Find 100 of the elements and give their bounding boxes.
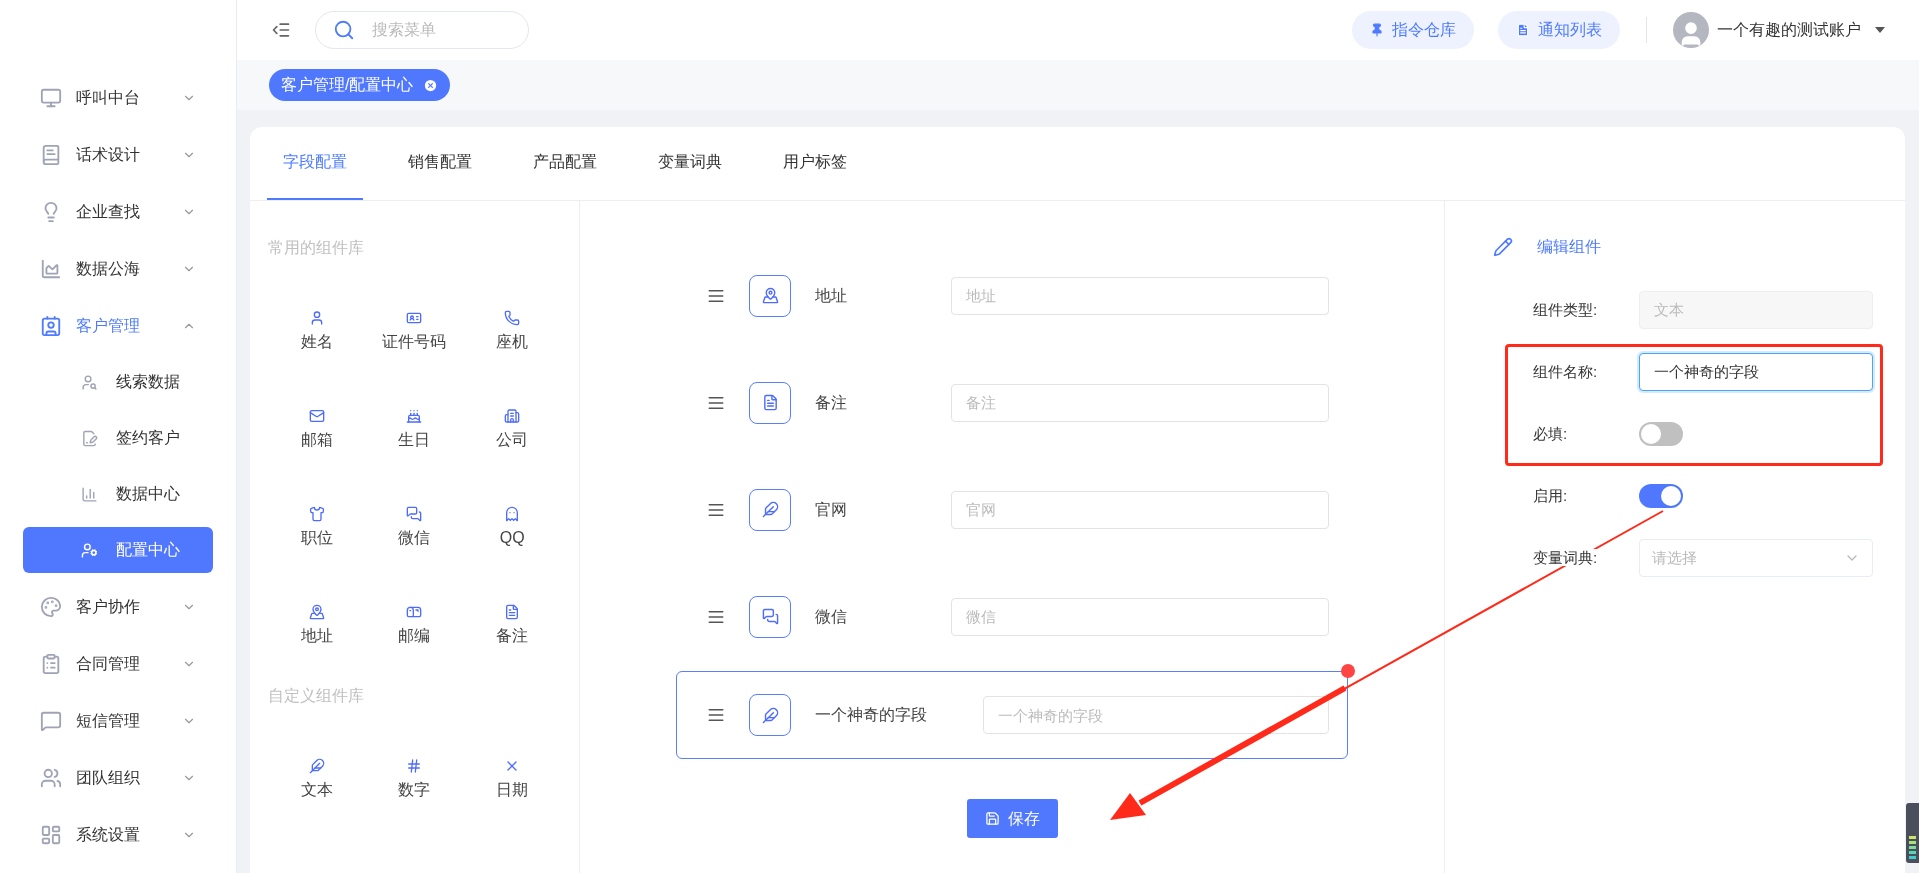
component-item[interactable]: 文本 [268,758,366,802]
hash-icon [406,758,423,774]
text-field[interactable]: 备注 [951,383,1329,422]
avatar-icon [1673,12,1709,48]
ghost-icon [504,506,521,522]
toggle-switch[interactable] [1639,484,1683,508]
component-item[interactable]: 姓名 [268,310,366,354]
submenu-item[interactable]: 签约客户 [23,415,213,461]
sidebar-item[interactable]: 客户管理 [23,298,213,354]
form-row[interactable]: 微信 微信 [676,584,1348,649]
field-label: 必填: [1533,425,1568,442]
phone-icon [504,310,521,326]
chat-icon [406,506,423,522]
component-item[interactable]: 邮编 [365,604,464,648]
component-item[interactable]: 邮箱 [268,408,366,452]
document-icon [504,604,521,620]
submenu-item[interactable]: 数据中心 [23,471,213,517]
dashboard-icon [40,824,62,846]
field-label: 一个神奇的字段 [815,705,927,725]
section-title: 自定义组件库 [268,686,365,706]
field-label: 变量词典: [1533,549,1598,566]
bar-chart-icon [81,485,98,503]
text-field[interactable]: 地址 [951,276,1329,315]
save-button[interactable]: 保存 [966,799,1058,838]
submenu-item[interactable]: 线索数据 [23,359,213,405]
sidebar-item[interactable]: 系统设置 [23,807,213,863]
pencil-icon [1493,237,1513,257]
chart-icon [40,258,62,280]
sidebar-item[interactable]: 客户协作 [23,579,213,635]
feather-icon [761,501,779,518]
sidebar-item[interactable]: 话术设计 [23,127,213,183]
sidebar-item[interactable]: 呼叫中台 [23,70,213,126]
id-card-icon [406,310,423,326]
toggle-switch[interactable] [1639,422,1683,446]
sidebar-item[interactable]: 团队组织 [23,750,213,806]
form-row[interactable]: 官网 官网 [676,477,1348,542]
component-item[interactable]: 职位 [268,506,366,550]
field-label: 启用: [1533,487,1568,504]
text-field[interactable]: 官网 [951,490,1329,529]
palette-icon [40,596,62,618]
component-item[interactable]: 公司 [463,408,561,452]
field-label: 地址 [815,285,848,306]
mailbox-icon [406,604,423,620]
page-tag[interactable]: 客户管理/配置中心 [269,69,451,101]
form-row[interactable]: 地址 地址 [676,263,1348,328]
feather-icon [761,706,779,724]
header-button[interactable]: 通知列表 [1498,11,1620,49]
field-label: 组件名称: [1533,363,1598,380]
document-pen-icon [81,429,98,447]
component-item[interactable]: 微信 [365,506,464,550]
component-item[interactable]: 备注 [463,604,561,648]
component-item[interactable]: 生日 [365,408,464,452]
feather-icon [308,758,325,774]
search-icon [333,19,355,41]
text-field[interactable]: 微信 [951,597,1329,636]
contact-card-icon [40,315,62,337]
shirt-icon [308,506,325,522]
file-icon [1516,23,1530,37]
sidebar-item[interactable]: 数据公海 [23,241,213,297]
field-label: 官网 [815,499,848,520]
building-icon [504,408,521,424]
field-label: 组件类型: [1533,301,1598,318]
user-menu[interactable]: 一个有趣的测试账户 [1673,12,1885,48]
user-search-icon [81,373,98,391]
tab[interactable]: 用户标签 [767,126,863,200]
caret-icon [1875,27,1885,33]
users-icon [40,767,62,789]
submenu-item[interactable]: 配置中心 [23,527,213,573]
save-icon [984,811,1000,826]
message-icon [40,710,62,732]
cake-icon [406,408,423,424]
tab[interactable]: 字段配置 [267,126,363,200]
monitor-icon [40,87,62,109]
section-title: 常用的组件库 [268,238,365,258]
level-meter-drawing [1906,803,1919,863]
drag-handle-icon[interactable] [707,706,725,724]
component-item[interactable]: 数字 [365,758,464,802]
component-item[interactable]: 日期 [463,758,561,802]
form-row[interactable]: 备注 备注 [676,370,1348,435]
tab[interactable]: 产品配置 [517,126,613,200]
panel-title: 编辑组件 [1537,237,1601,257]
component-item[interactable]: 证件号码 [365,310,464,354]
component-item[interactable]: QQ [463,506,561,550]
menu-icon[interactable] [271,20,291,40]
chat-icon [761,608,779,625]
sidebar-item[interactable]: 短信管理 [23,693,213,749]
field-label: 备注 [815,392,848,413]
component-item[interactable]: 座机 [463,310,561,354]
tab[interactable]: 销售配置 [392,126,488,200]
tab[interactable]: 变量词典 [642,126,738,200]
document-icon [761,394,779,411]
component-item[interactable]: 地址 [268,604,366,648]
sidebar-item[interactable]: 企业查找 [23,184,213,240]
field-label: 微信 [815,606,848,627]
mail-icon [308,408,325,424]
sidebar-item[interactable]: 合同管理 [23,636,213,692]
clipboard-icon [40,653,62,675]
close-icon[interactable] [423,77,439,93]
search-field[interactable]: 搜索菜单 [315,11,529,49]
text-field[interactable]: 一个神奇的字段 [1639,353,1873,391]
